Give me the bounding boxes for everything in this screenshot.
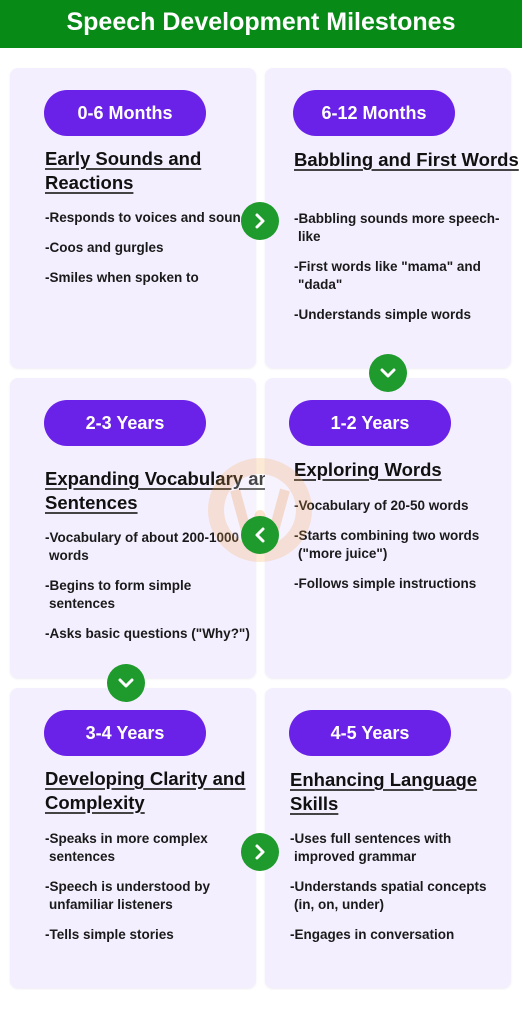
age-badge: 2-3 Years — [44, 400, 206, 446]
stage-card-3-4-years: 3-4 Years Developing Clarity and Complex… — [10, 688, 256, 988]
milestone-item: -Vocabulary of 20-50 words — [294, 498, 469, 513]
milestone-item: -Vocabulary of about 200-1000 words — [45, 530, 240, 563]
milestone-list: -Vocabulary of about 200-1000 words -Beg… — [45, 529, 260, 655]
page-title: Speech Development Milestones — [0, 0, 522, 48]
chevron-down-icon — [380, 368, 396, 378]
age-badge: 0-6 Months — [44, 90, 206, 136]
milestone-item: -Responds to voices and sounds — [45, 210, 257, 225]
age-badge: 3-4 Years — [44, 710, 206, 756]
chevron-left-icon — [255, 527, 265, 543]
milestone-item: -Understands simple words — [294, 307, 472, 322]
age-badge: 4-5 Years — [289, 710, 451, 756]
milestone-item: -Coos and gurgles — [45, 240, 164, 255]
chevron-right-icon — [255, 844, 265, 860]
milestone-item: -Understands spatial concepts (in, on, u… — [290, 879, 487, 912]
milestone-item: -Smiles when spoken to — [45, 270, 199, 285]
stage-card-4-5-years: 4-5 Years Enhancing Language Skills -Use… — [265, 688, 511, 988]
arrow-right-2 — [241, 833, 279, 871]
milestone-list: -Speaks in more complex sentences -Speec… — [45, 830, 260, 956]
milestone-item: -Tells simple stories — [45, 927, 174, 942]
chevron-right-icon — [255, 213, 265, 229]
stage-title: Early Sounds and Reactions — [45, 148, 202, 193]
milestone-item: -Begins to form simple sentences — [45, 578, 192, 611]
milestone-list: -Vocabulary of 20-50 words -Starts combi… — [294, 497, 509, 605]
arrow-left-1 — [241, 516, 279, 554]
stage-card-2-3-years: 2-3 Years Expanding Vocabulary and Sente… — [10, 378, 281, 678]
arrow-down-2 — [107, 664, 145, 702]
stage-card-1-2-years: 1-2 Years Exploring Words -Vocabulary of… — [265, 378, 511, 678]
age-badge: 1-2 Years — [289, 400, 451, 446]
chevron-down-icon — [118, 678, 134, 688]
milestone-item: -Asks basic questions ("Why?") — [45, 626, 250, 641]
milestone-item: -Babbling sounds more speech-like — [294, 211, 500, 244]
milestone-list: -Uses full sentences with improved gramm… — [290, 830, 505, 956]
milestone-item: -First words like "mama" and "dada" — [294, 259, 481, 292]
age-badge: 6-12 Months — [293, 90, 455, 136]
milestone-list: -Babbling sounds more speech-like -First… — [294, 210, 509, 336]
stage-title: Expanding Vocabulary and Sentences — [45, 468, 282, 513]
milestone-item: -Speech is understood by unfamiliar list… — [45, 879, 211, 912]
milestone-item: -Engages in conversation — [290, 927, 455, 942]
milestone-list: -Responds to voices and sounds -Coos and… — [45, 209, 260, 299]
milestone-item: -Follows simple instructions — [294, 576, 477, 591]
stage-title: Enhancing Language Skills — [290, 769, 478, 814]
stage-card-6-12-months: 6-12 Months Babbling and First Words -Ba… — [265, 68, 519, 368]
stage-card-0-6-months: 0-6 Months Early Sounds and Reactions -R… — [10, 68, 257, 368]
stage-title: Developing Clarity and Complexity — [45, 768, 246, 813]
stage-title: Babbling and First Words — [294, 149, 519, 170]
arrow-right-1 — [241, 202, 279, 240]
milestone-item: -Uses full sentences with improved gramm… — [290, 831, 452, 864]
arrow-down-1 — [369, 354, 407, 392]
stage-title: Exploring Words — [294, 459, 442, 480]
milestone-item: -Speaks in more complex sentences — [45, 831, 208, 864]
milestone-item: -Starts combining two words ("more juice… — [294, 528, 480, 561]
